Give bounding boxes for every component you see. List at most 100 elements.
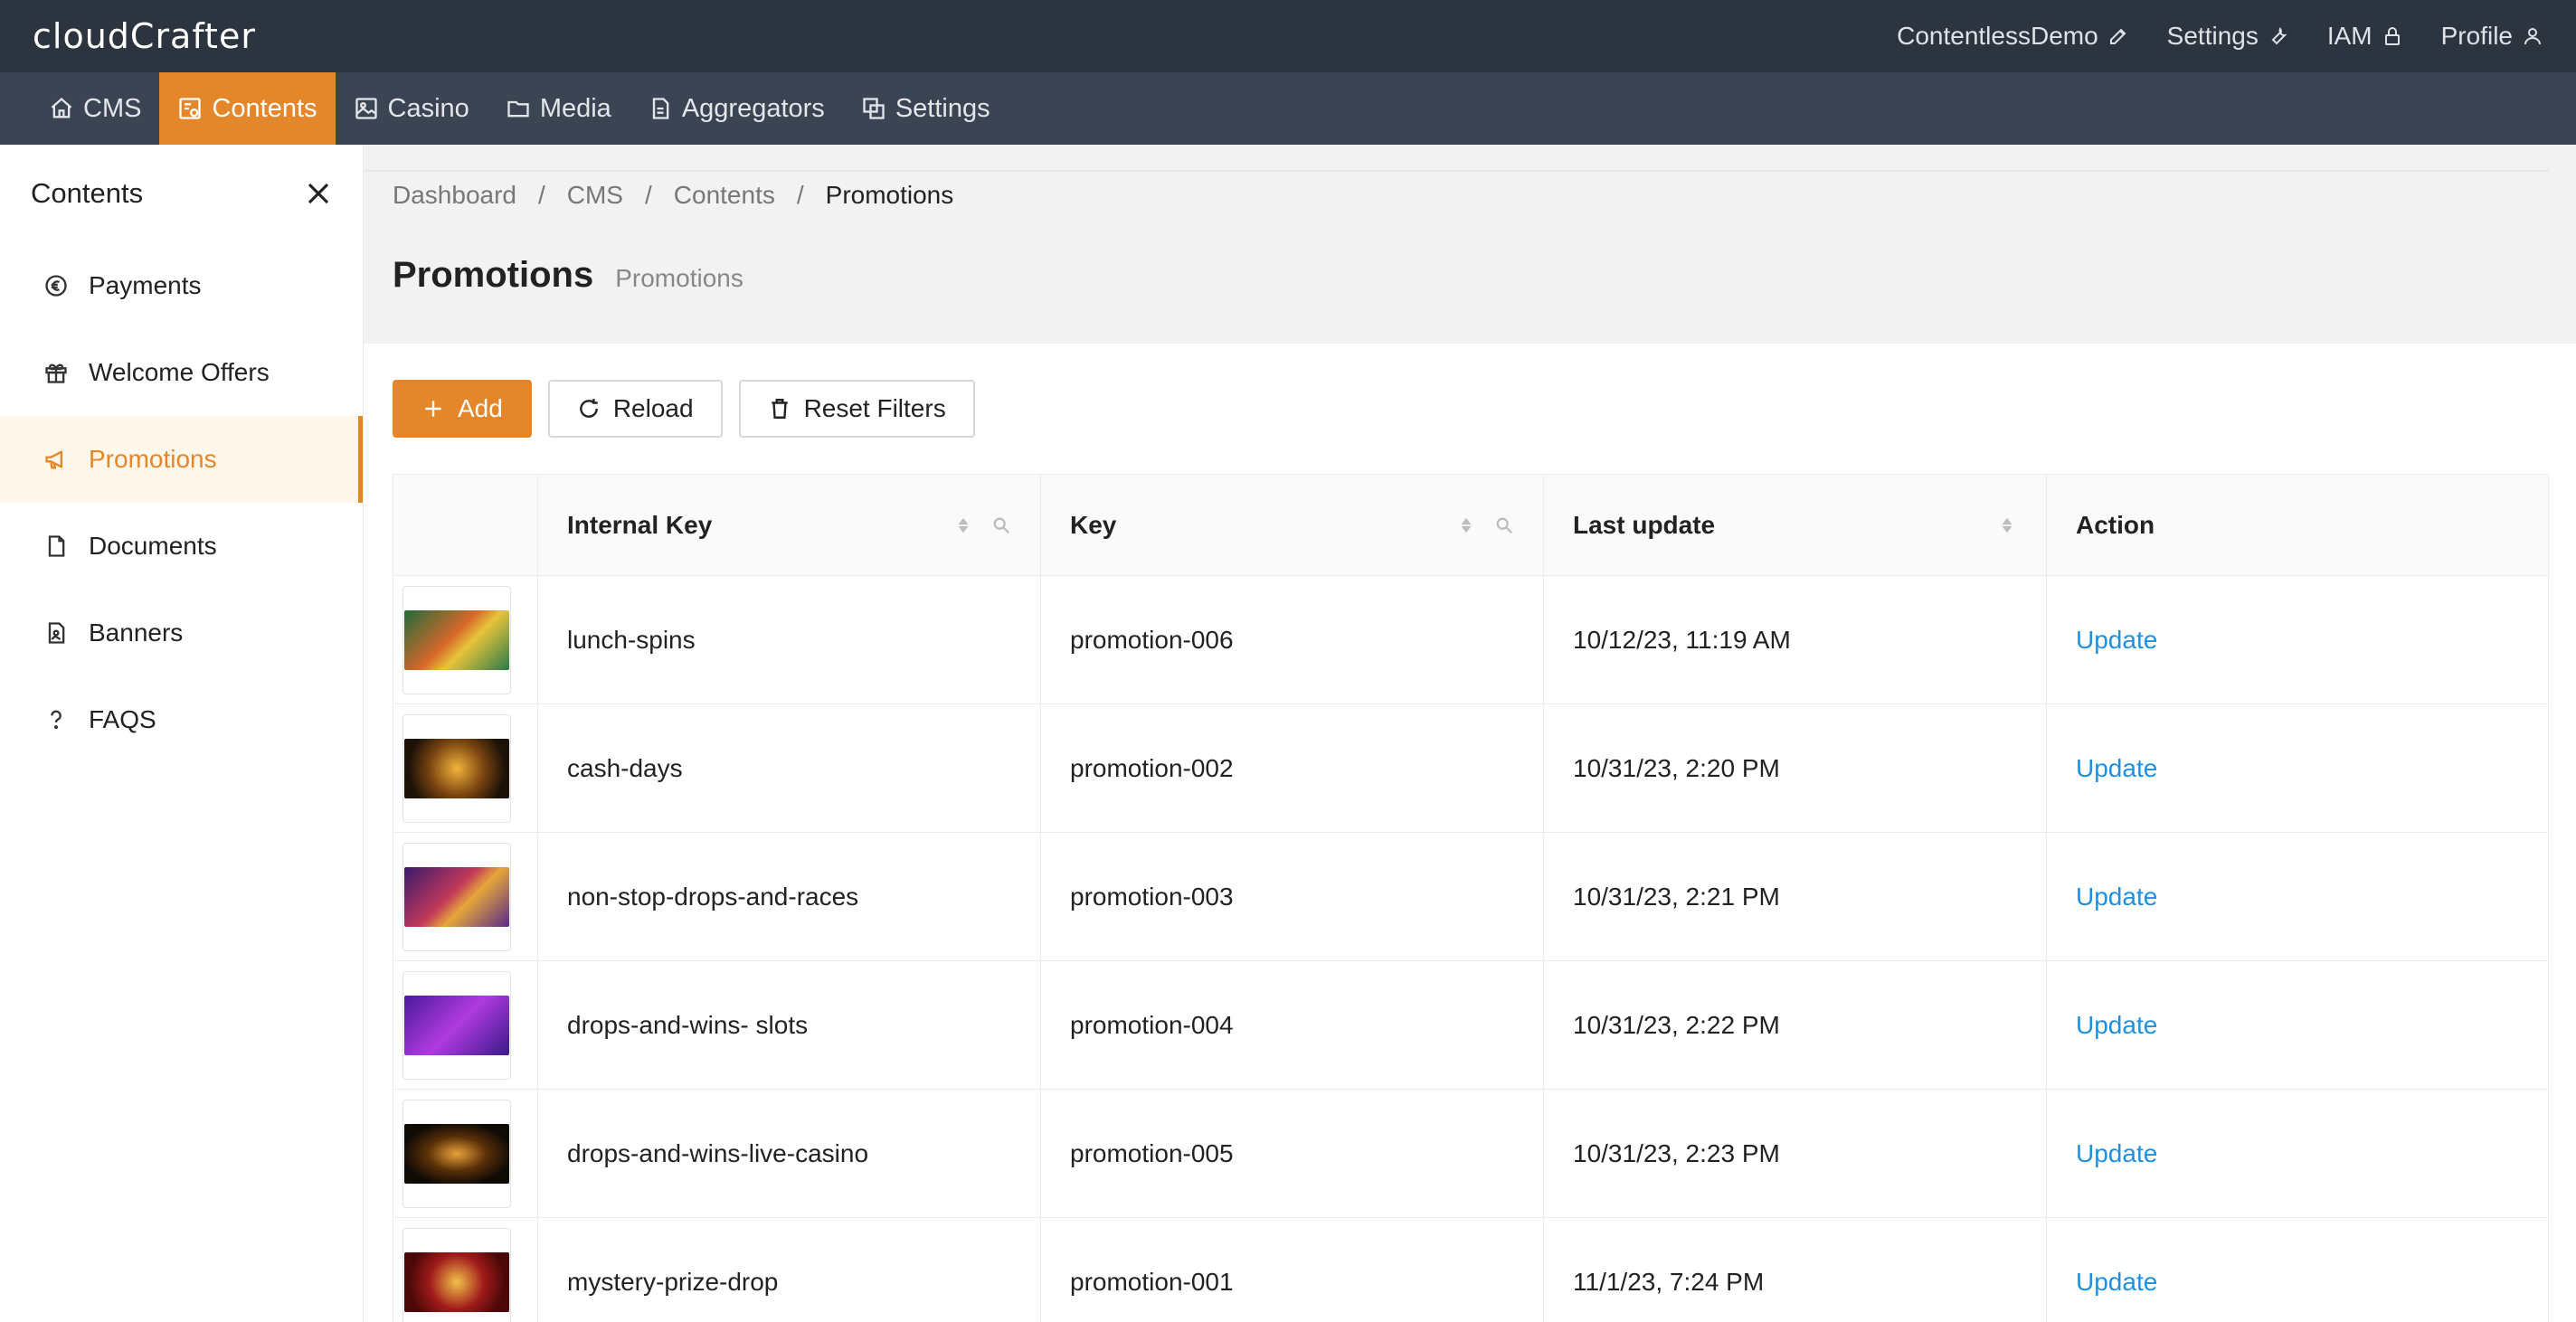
sidebar-item-faqs[interactable]: FAQS	[0, 676, 363, 763]
key-cell: promotion-003	[1041, 833, 1544, 960]
column-header-image	[393, 475, 538, 575]
sidebar-item-payments[interactable]: Payments	[0, 242, 363, 329]
sidebar-item-label: FAQS	[89, 705, 156, 733]
breadcrumb-cms[interactable]: CMS	[567, 181, 623, 210]
key-cell: promotion-001	[1041, 1218, 1544, 1322]
action-cell: Update	[2047, 833, 2548, 960]
last-update-cell: 11/1/23, 7:24 PM	[1544, 1218, 2047, 1322]
reload-button-label: Reload	[612, 394, 694, 422]
top-menu-settings[interactable]: Settings	[2167, 22, 2289, 51]
top-bar: cloudCrafter ContentlessDemo Settings IA…	[0, 0, 2576, 72]
settings-icon	[863, 98, 885, 119]
thumbnail-frame[interactable]	[402, 970, 511, 1080]
table-row: cash-days promotion-002 10/31/23, 2:20 P…	[393, 704, 2548, 833]
key-cell: promotion-006	[1041, 576, 1544, 703]
top-menu-profile[interactable]: Profile	[2441, 22, 2543, 51]
thumbnail-frame[interactable]	[402, 585, 511, 694]
add-button-label: Add	[458, 394, 503, 422]
column-header-label: Action	[2076, 510, 2155, 539]
sidebar-item-promotions[interactable]: Promotions	[0, 416, 363, 503]
sort-icon[interactable]	[1997, 515, 2017, 535]
action-cell: Update	[2047, 1218, 2548, 1322]
thumbnail-cell	[393, 704, 538, 832]
file-icon	[652, 98, 669, 119]
update-link[interactable]: Update	[2076, 1139, 2157, 1168]
breadcrumb-contents[interactable]: Contents	[674, 181, 775, 210]
top-menu-label: Profile	[2440, 22, 2513, 50]
sidebar-item-welcome-offers[interactable]: Welcome Offers	[0, 329, 363, 416]
breadcrumb-current: Promotions	[825, 181, 954, 209]
promotion-thumbnail	[404, 1123, 509, 1184]
gift-icon	[45, 364, 67, 383]
action-cell: Update	[2047, 1090, 2548, 1217]
column-header-label: Key	[1070, 510, 1117, 539]
nav-item-label: Media	[539, 93, 611, 123]
update-link[interactable]: Update	[2076, 1268, 2157, 1297]
contents-icon	[179, 98, 202, 119]
nav-item-aggregators[interactable]: Aggregators	[630, 72, 843, 145]
add-button[interactable]: Add	[393, 380, 532, 438]
sidebar-item-documents[interactable]: Documents	[0, 503, 363, 590]
plus-icon	[425, 401, 441, 417]
last-update-cell: 10/12/23, 11:19 AM	[1544, 576, 2047, 703]
table-row: drops-and-wins-live-casino promotion-005…	[393, 1090, 2548, 1218]
reset-filters-button[interactable]: Reset Filters	[738, 380, 975, 438]
breadcrumb-dashboard[interactable]: Dashboard	[393, 181, 516, 210]
top-menu-contentless-demo[interactable]: ContentlessDemo	[1897, 22, 2129, 51]
toolbar: Add Reload Reset Filters	[393, 380, 975, 438]
sort-icon[interactable]	[1456, 515, 1476, 535]
update-link[interactable]: Update	[2076, 626, 2157, 655]
sidebar-item-label: Banners	[89, 619, 184, 647]
thumbnail-frame[interactable]	[402, 842, 511, 951]
sort-icon[interactable]	[953, 515, 973, 535]
table-row: non-stop-drops-and-races promotion-003 1…	[393, 833, 2548, 961]
sidebar-item-banners[interactable]: Banners	[0, 590, 363, 676]
update-link[interactable]: Update	[2076, 883, 2157, 911]
promotion-thumbnail	[404, 738, 509, 798]
column-tools	[953, 515, 1011, 535]
nav-item-cms[interactable]: CMS	[31, 72, 159, 145]
column-header-key[interactable]: Key	[1041, 475, 1544, 575]
column-header-last-update[interactable]: Last update	[1544, 475, 2047, 575]
thumbnail-frame[interactable]	[402, 1227, 511, 1322]
thumbnail-frame[interactable]	[402, 713, 511, 823]
update-link[interactable]: Update	[2076, 1011, 2157, 1040]
last-update-cell: 10/31/23, 2:23 PM	[1544, 1090, 2047, 1217]
column-header-internal-key[interactable]: Internal Key	[538, 475, 1041, 575]
nav-item-media[interactable]: Media	[488, 72, 630, 145]
close-icon[interactable]	[305, 180, 332, 207]
internal-key-cell: mystery-prize-drop	[538, 1218, 1041, 1322]
filter-search-icon[interactable]	[1494, 515, 1514, 535]
user-icon	[2524, 28, 2541, 45]
top-menu-label: ContentlessDemo	[1897, 22, 2098, 50]
sidebar-item-label: Welcome Offers	[89, 358, 270, 386]
action-cell: Update	[2047, 576, 2548, 703]
breadcrumb-separator: /	[796, 181, 804, 209]
update-link[interactable]: Update	[2076, 754, 2157, 783]
thumbnail-cell	[393, 833, 538, 960]
header-divider	[364, 170, 2549, 172]
reload-icon	[580, 399, 598, 418]
filter-search-icon[interactable]	[991, 515, 1011, 535]
breadcrumb-separator: /	[645, 181, 652, 209]
last-update-cell: 10/31/23, 2:21 PM	[1544, 833, 2047, 960]
top-menu-label: Settings	[2166, 22, 2259, 50]
top-menu-label: IAM	[2326, 22, 2372, 50]
key-cell: promotion-002	[1041, 704, 1544, 832]
nav-item-settings[interactable]: Settings	[843, 72, 1009, 145]
nav-item-casino[interactable]: Casino	[336, 72, 488, 145]
promotions-table: Internal Key Key Last update Action lunc…	[393, 474, 2549, 1322]
app-logo[interactable]: cloudCrafter	[33, 16, 256, 56]
page-title: Promotions	[393, 255, 594, 295]
thumbnail-frame[interactable]	[402, 1099, 511, 1208]
sidebar-item-label: Payments	[89, 271, 202, 299]
promotion-thumbnail	[404, 995, 509, 1055]
key-cell: promotion-004	[1041, 961, 1544, 1089]
top-menu-iam[interactable]: IAM	[2327, 22, 2403, 51]
last-update-cell: 10/31/23, 2:20 PM	[1544, 704, 2047, 832]
internal-key-cell: cash-days	[538, 704, 1041, 832]
reload-button[interactable]: Reload	[547, 380, 723, 438]
reset-filters-button-label: Reset Filters	[803, 394, 946, 422]
internal-key-cell: drops-and-wins-live-casino	[538, 1090, 1041, 1217]
nav-item-contents[interactable]: Contents	[159, 72, 336, 145]
